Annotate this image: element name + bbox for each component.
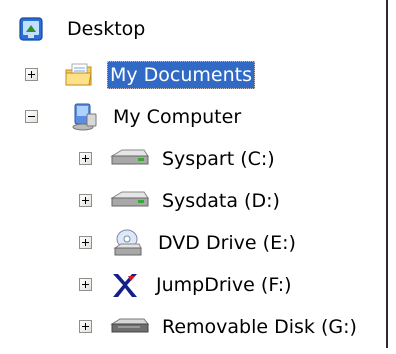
tree-item-label[interactable]: JumpDrive (F:) <box>153 271 295 299</box>
tree-item-jumpdrive-f[interactable]: JumpDrive (F:) <box>0 270 386 312</box>
tree-item-label[interactable]: Removable Disk (G:) <box>159 313 360 341</box>
expand-toggle[interactable] <box>79 320 92 333</box>
tree-item-desktop[interactable]: Desktop <box>0 14 386 56</box>
my-computer-icon <box>70 102 100 132</box>
collapse-toggle[interactable] <box>25 110 38 123</box>
tree-item-label[interactable]: Desktop <box>64 15 148 43</box>
desktop-icon <box>17 14 47 44</box>
removable-disk-icon <box>108 312 150 342</box>
tree-item-label[interactable]: Sysdata (D:) <box>159 187 283 215</box>
expand-toggle[interactable] <box>79 152 92 165</box>
my-documents-folder-icon <box>64 60 94 90</box>
tree-item-label[interactable]: DVD Drive (E:) <box>155 229 299 257</box>
hard-drive-icon <box>108 144 150 174</box>
dvd-drive-icon <box>113 228 143 258</box>
window-border <box>386 0 388 348</box>
expand-toggle[interactable] <box>25 68 38 81</box>
tree-item-my-computer[interactable]: My Computer <box>0 102 386 144</box>
expand-toggle[interactable] <box>79 194 92 207</box>
expand-toggle[interactable] <box>79 278 92 291</box>
tree-item-sysdata-d[interactable]: Sysdata (D:) <box>0 186 386 228</box>
jumpdrive-icon <box>110 270 140 300</box>
tree-item-my-documents[interactable]: My Documents <box>0 60 386 102</box>
tree-item-syspart-c[interactable]: Syspart (C:) <box>0 144 386 186</box>
expand-toggle[interactable] <box>79 236 92 249</box>
tree-item-label[interactable]: My Computer <box>110 103 244 131</box>
folder-tree: Desktop My Documents My Computer Syspart… <box>0 0 386 348</box>
hard-drive-icon <box>108 186 150 216</box>
tree-item-dvd-drive-e[interactable]: DVD Drive (E:) <box>0 228 386 270</box>
tree-item-label[interactable]: My Documents <box>107 61 256 89</box>
tree-item-label[interactable]: Syspart (C:) <box>159 145 278 173</box>
